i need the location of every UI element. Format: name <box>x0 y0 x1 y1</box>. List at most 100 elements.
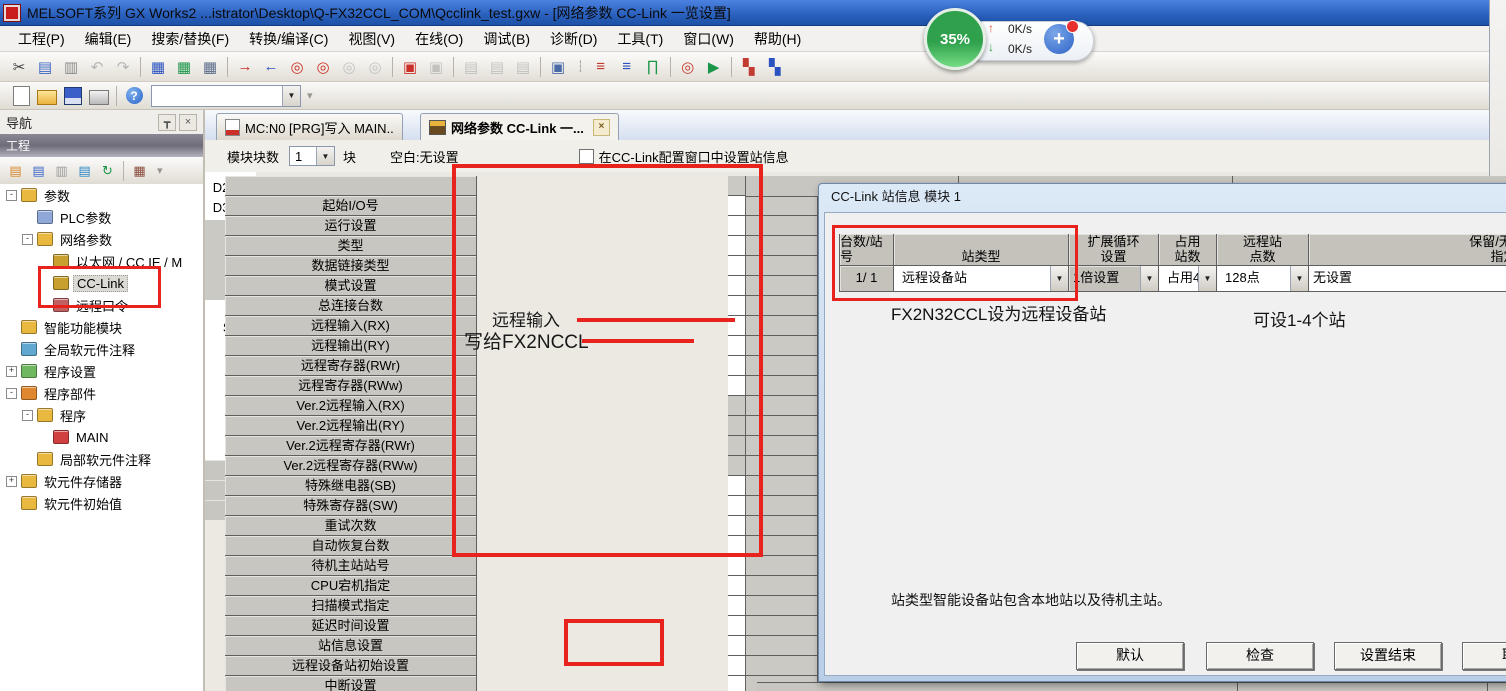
open-project-icon[interactable] <box>35 84 59 108</box>
sidebar-item-程序设置[interactable]: +程序设置 <box>0 360 203 382</box>
jump-prev-icon[interactable]: ← <box>259 55 283 79</box>
menu-item-1[interactable]: 编辑(E) <box>75 26 142 52</box>
tree-node-icon <box>21 386 37 400</box>
pin-icon[interactable]: ┳ <box>158 114 176 131</box>
setting-finish-button[interactable]: 设置结束 <box>1334 642 1442 670</box>
refresh-icon[interactable]: ↻ <box>97 160 118 181</box>
run-icon[interactable]: ▶ <box>702 55 726 79</box>
tab-close-icon[interactable]: × <box>593 119 610 136</box>
cut-icon[interactable]: ✂ <box>7 55 31 79</box>
menu-item-3[interactable]: 转换/编译(C) <box>239 26 338 52</box>
tree-node-icon <box>21 474 37 488</box>
zoom-find-icon[interactable]: ◎ <box>676 55 700 79</box>
ladder-convert-icon[interactable]: ≡ <box>589 55 613 79</box>
default-button[interactable]: 默认 <box>1076 642 1184 670</box>
save-project-icon[interactable] <box>61 84 85 108</box>
grid-col2-cell <box>746 436 818 456</box>
menu-item-5[interactable]: 在线(O) <box>405 26 473 52</box>
sidebar-item-以太网 / CC IE / M[interactable]: 以太网 / CC IE / M <box>0 250 203 272</box>
sidebar-item-网络参数[interactable]: -网络参数 <box>0 228 203 250</box>
grid-narrow-cell <box>728 436 746 456</box>
copy-icon[interactable]: ▤ <box>33 55 57 79</box>
sidebar-item-程序[interactable]: -程序 <box>0 404 203 426</box>
grid-narrow-cell <box>728 256 746 276</box>
device-find2-icon[interactable]: ◎ <box>311 55 335 79</box>
menu-item-10[interactable]: 帮助(H) <box>744 26 811 52</box>
paste-icon[interactable]: ▥ <box>51 160 72 181</box>
monitor-stop-icon[interactable]: ▦ <box>198 55 222 79</box>
sidebar-item-全局软元件注释[interactable]: 全局软元件注释 <box>0 338 203 360</box>
menu-item-9[interactable]: 窗口(W) <box>673 26 744 52</box>
tree-expand-icon[interactable]: - <box>6 190 17 201</box>
module-count-select[interactable]: 1 ▼ <box>289 146 335 166</box>
sidebar-item-MAIN[interactable]: MAIN <box>0 426 203 448</box>
tree-expand-icon[interactable]: + <box>6 366 17 377</box>
help-search-combobox[interactable]: ▼ <box>151 85 301 107</box>
memory-percent-ball[interactable]: 35% <box>924 8 986 70</box>
monitor-start-icon[interactable]: ▦ <box>172 55 196 79</box>
pc-lock-icon[interactable]: ▣ <box>546 55 570 79</box>
menu-item-4[interactable]: 视图(V) <box>338 26 405 52</box>
ladder-monitor2-icon[interactable]: ▚ <box>763 55 787 79</box>
menu-item-2[interactable]: 搜索/替换(F) <box>141 26 239 52</box>
tab-main-program[interactable]: MC:N0 [PRG]写入 MAIN.. <box>216 113 403 141</box>
menu-item-0[interactable]: 工程(P) <box>8 26 75 52</box>
check-button[interactable]: 检查 <box>1206 642 1314 670</box>
chevron-down-icon[interactable]: ▼ <box>1198 266 1216 291</box>
sidebar-item-软元件存储器[interactable]: +软元件存储器 <box>0 470 203 492</box>
print-icon[interactable] <box>87 84 111 108</box>
menu-item-6[interactable]: 调试(B) <box>473 26 540 52</box>
help-icon[interactable]: ? <box>122 84 146 108</box>
chevron-down-icon[interactable]: ▼ <box>1140 266 1158 291</box>
grid-col2-cell <box>746 316 818 336</box>
menu-item-7[interactable]: 诊断(D) <box>540 26 607 52</box>
tree-node-label: 程序部件 <box>41 384 99 403</box>
chevron-down-icon[interactable]: ▼ <box>316 147 334 165</box>
dialog-cell-4[interactable]: 128点▼ <box>1217 266 1309 292</box>
device-display-icon[interactable]: ▦ <box>146 55 170 79</box>
tree-expand-icon[interactable]: - <box>22 234 33 245</box>
ladder-convert2-icon[interactable]: ≡ <box>615 55 639 79</box>
cclink-config-window-checkbox[interactable] <box>579 149 594 164</box>
speed-monitor-widget[interactable]: 35% ↑ 0K/s ↓ 0K/s + <box>948 18 1094 62</box>
dialog-col-header-3: 占用站数 <box>1159 234 1217 266</box>
copy-icon[interactable]: ▤ <box>28 160 49 181</box>
sidebar-item-PLC参数[interactable]: PLC参数 <box>0 206 203 228</box>
chevron-down-icon[interactable]: ▾ <box>157 164 161 177</box>
ladder-monitor-icon[interactable]: ▚ <box>737 55 761 79</box>
chevron-down-icon[interactable]: ▼ <box>282 86 300 106</box>
tab-network-param[interactable]: 网络参数 CC-Link 一...× <box>420 113 619 141</box>
sidebar-item-远程口令[interactable]: 远程口令 <box>0 294 203 316</box>
tree-expand-icon[interactable]: + <box>6 476 17 487</box>
paste-icon[interactable]: ▥ <box>59 55 83 79</box>
close-icon[interactable]: × <box>179 114 197 131</box>
dialog-cell-1[interactable]: 远程设备站▼ <box>894 266 1069 292</box>
sidebar-item-程序部件[interactable]: - 程序部件 <box>0 382 203 404</box>
dialog-cell-3[interactable]: 占用4站▼ <box>1159 266 1217 292</box>
pulse-icon[interactable]: ∏ <box>641 55 665 79</box>
chevron-down-icon[interactable]: ▼ <box>1290 266 1308 291</box>
sidebar-item-CC-Link[interactable]: CC-Link <box>0 272 203 294</box>
cancel-button[interactable]: 取消 <box>1462 642 1506 670</box>
dialog-col-header-5: 保留/无效站指定 <box>1309 234 1506 266</box>
new-project-icon[interactable] <box>9 84 33 108</box>
sidebar-item-参数[interactable]: -参数 <box>0 184 203 206</box>
annotation-box-station-info-link <box>564 619 664 666</box>
sort-filter-icon[interactable]: ▦ <box>129 160 150 181</box>
grid-row-label: 特殊寄存器(SW) <box>225 496 477 516</box>
tree-node-icon <box>21 342 37 356</box>
project-new-icon[interactable]: ▤ <box>5 160 26 181</box>
sidebar-item-软元件初始值[interactable]: 软元件初始值 <box>0 492 203 514</box>
tree-expand-icon[interactable]: - <box>6 388 17 399</box>
device-test-icon[interactable]: ▣ <box>398 55 422 79</box>
sidebar-item-智能功能模块[interactable]: 智能功能模块 <box>0 316 203 338</box>
tree-expand-icon[interactable]: - <box>22 410 33 421</box>
doc-info-icon[interactable]: ▤ <box>74 160 95 181</box>
chevron-down-icon[interactable]: ▼ <box>1050 266 1068 291</box>
upload-speed: 0K/s <box>1008 22 1032 36</box>
device-find-icon[interactable]: ◎ <box>285 55 309 79</box>
sidebar-item-局部软元件注释[interactable]: 局部软元件注释 <box>0 448 203 470</box>
menu-item-8[interactable]: 工具(T) <box>607 26 673 52</box>
dialog-cell-2[interactable]: 1倍设置▼ <box>1069 266 1159 292</box>
jump-next-icon[interactable]: → <box>233 55 257 79</box>
